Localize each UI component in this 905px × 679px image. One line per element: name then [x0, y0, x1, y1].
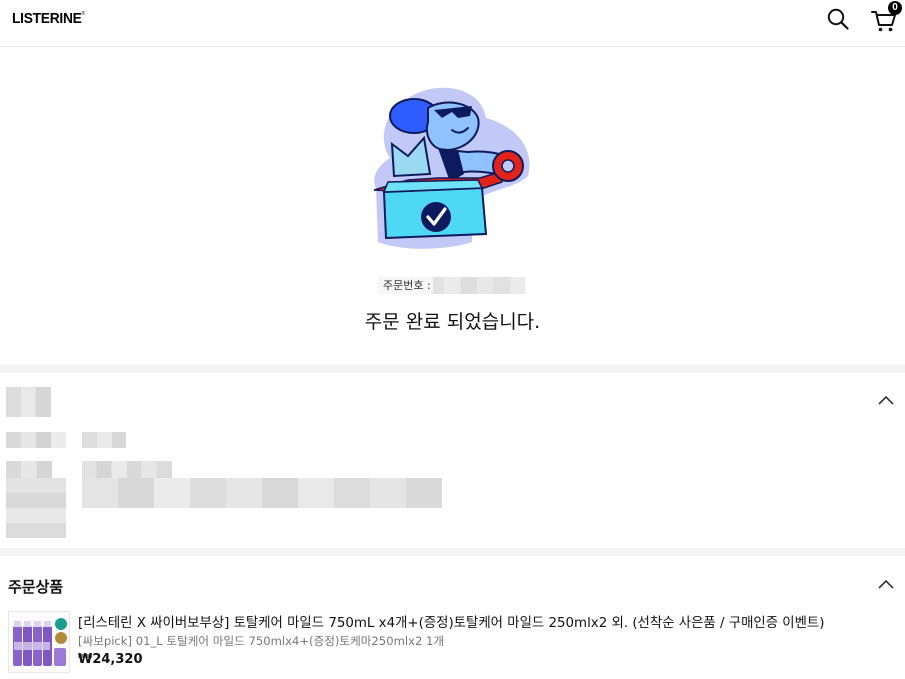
section-divider	[0, 548, 905, 556]
site-header: LISTERINE® 0	[0, 0, 905, 47]
address-value-redacted	[82, 478, 442, 508]
section-divider	[0, 365, 905, 373]
delivery-section-title-redacted	[6, 387, 51, 417]
cart-count-badge: 0	[888, 1, 902, 15]
address-label-redacted	[6, 478, 66, 538]
brand-logo[interactable]: LISTERINE®	[12, 10, 85, 27]
product-option: [싸보pick] 01_L 토탈케어 마일드 750mlx4+(증정)토케마25…	[78, 634, 445, 648]
mouthwash-bottles-image	[9, 612, 69, 672]
order-products-title: 주문상품	[8, 578, 64, 596]
product-thumbnail[interactable]	[8, 611, 70, 673]
chevron-up-icon[interactable]	[877, 394, 895, 406]
order-number-redacted	[433, 277, 525, 294]
product-price: ₩24,320	[78, 652, 143, 667]
recipient-label-redacted	[6, 432, 66, 448]
brand-logo-text: LISTERINE	[12, 10, 82, 27]
product-name[interactable]: [리스테린 X 싸이버보부상] 토탈케어 마일드 750mL x4개+(증정)토…	[78, 611, 824, 631]
recipient-value-redacted	[82, 432, 126, 448]
order-complete-illustration	[373, 87, 530, 249]
chevron-up-icon[interactable]	[877, 578, 895, 590]
search-icon[interactable]	[826, 7, 850, 31]
registered-mark: ®	[81, 11, 85, 17]
phone-label-redacted	[6, 461, 52, 478]
order-complete-message: 주문 완료 되었습니다.	[364, 311, 541, 333]
phone-value-redacted	[82, 461, 172, 478]
